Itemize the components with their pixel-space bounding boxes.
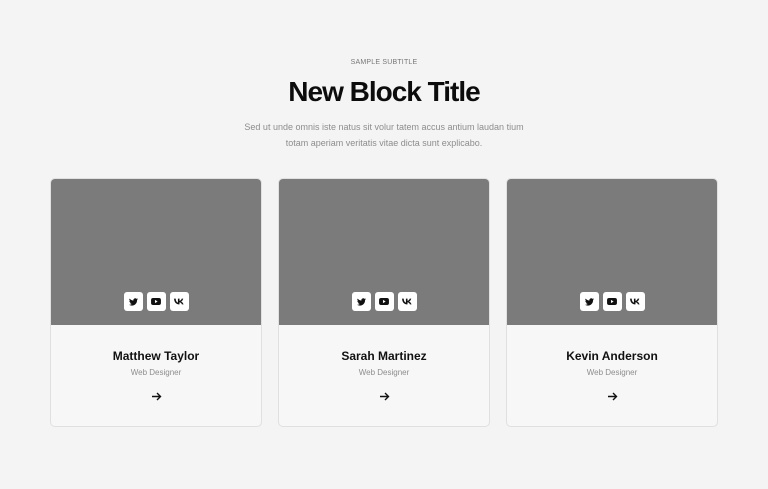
member-photo [51, 179, 261, 325]
vk-icon [630, 298, 640, 305]
youtube-link[interactable] [146, 292, 166, 311]
social-links [279, 292, 489, 311]
member-name: Sarah Martinez [341, 349, 427, 363]
member-name: Kevin Anderson [566, 349, 658, 363]
section-title: New Block Title [288, 76, 480, 107]
youtube-icon [379, 298, 389, 305]
youtube-link[interactable] [602, 292, 622, 311]
social-links [51, 292, 261, 311]
arrow-right-link[interactable] [379, 390, 391, 402]
arrow-right-icon [152, 392, 162, 400]
youtube-icon [151, 298, 161, 305]
team-card: Matthew Taylor Web Designer [50, 178, 262, 427]
arrow-right-link[interactable] [607, 390, 619, 402]
social-links [507, 292, 717, 311]
team-card: Kevin Anderson Web Designer [506, 178, 718, 427]
member-role: Web Designer [130, 368, 182, 377]
youtube-link[interactable] [374, 292, 394, 311]
arrow-right-link[interactable] [151, 390, 163, 402]
twitter-link[interactable] [579, 292, 599, 311]
vk-link[interactable] [625, 292, 645, 311]
section-description: Sed ut unde omnis iste natus sit volur t… [244, 122, 524, 148]
twitter-icon [584, 297, 594, 306]
twitter-link[interactable] [123, 292, 143, 311]
member-photo [279, 179, 489, 325]
twitter-link[interactable] [351, 292, 371, 311]
member-name: Matthew Taylor [112, 349, 200, 363]
youtube-icon [607, 298, 617, 305]
twitter-icon [128, 297, 138, 306]
vk-link[interactable] [169, 292, 189, 311]
member-photo [507, 179, 717, 325]
member-role: Web Designer [586, 368, 638, 377]
team-card: Sarah Martinez Web Designer [278, 178, 490, 427]
arrow-right-icon [608, 392, 618, 400]
member-role: Web Designer [358, 368, 410, 377]
twitter-icon [356, 297, 366, 306]
section-subtitle: SAMPLE SUBTITLE [350, 59, 418, 66]
vk-link[interactable] [397, 292, 417, 311]
vk-icon [174, 298, 184, 305]
arrow-right-icon [380, 392, 390, 400]
vk-icon [402, 298, 412, 305]
